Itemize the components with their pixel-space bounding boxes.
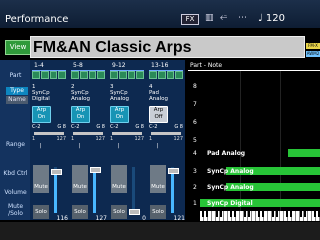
solo-button[interactable]: Solo xyxy=(33,205,49,219)
volume-value: 0 xyxy=(142,215,146,222)
part-row-number: 3 xyxy=(193,168,197,175)
fmx-flag: FM-X xyxy=(306,43,320,49)
part-group-2[interactable]: 5-8 2 SynCp Analog Arp On C-2 G 8 1 127 | Mut… xyxy=(69,60,107,222)
part-row-number: 6 xyxy=(193,119,197,126)
arp-toggle[interactable]: Arp On xyxy=(110,106,129,123)
awm2-flag: AWM2 xyxy=(306,51,320,57)
mute-button[interactable]: Mute xyxy=(72,165,88,193)
arp-toggle[interactable]: Arp On xyxy=(71,106,90,123)
part-row-name: SynCp Digital xyxy=(207,200,253,207)
arp-toggle[interactable]: Arp On xyxy=(32,106,51,123)
bottom-bar xyxy=(0,222,320,240)
kbd-ctrl-label: Kbd Ctrl xyxy=(3,170,28,177)
screen-title: Performance xyxy=(5,14,69,25)
kbd-ctrl-indicator[interactable]: | xyxy=(71,143,88,149)
range-control[interactable]: C-2 G 8 1 127 xyxy=(149,124,183,142)
volume-fader[interactable] xyxy=(90,167,101,213)
part-name: Analog xyxy=(149,96,169,102)
range-label: Range xyxy=(5,141,26,148)
part-group-1[interactable]: 1-4 1 SynCp Digital Arp On C-2 G 8 1 127 | Mu… xyxy=(30,60,68,222)
mute-button[interactable]: Mute xyxy=(111,165,127,193)
mute-button[interactable]: Mute xyxy=(33,165,49,193)
keyboard-black-keys xyxy=(200,211,320,217)
part-info[interactable]: 3 SynCp Analog xyxy=(110,84,130,104)
tempo-display[interactable]: ♩ 120 xyxy=(258,13,285,24)
solo-button[interactable]: Solo xyxy=(111,205,127,219)
volume-fader[interactable] xyxy=(168,167,179,213)
volume-fader[interactable] xyxy=(51,167,62,213)
view-button[interactable]: View xyxy=(5,40,31,55)
metronome-icon: ▥ xyxy=(205,13,214,23)
part-row-name: SynCp Analog xyxy=(207,184,254,191)
part-info[interactable]: 4 Pad Analog xyxy=(149,84,169,104)
left-label-column xyxy=(0,60,30,220)
kbd-ctrl-indicator[interactable]: | xyxy=(110,143,127,149)
range-control[interactable]: C-2 G 8 1 127 xyxy=(110,124,144,142)
performance-name: FM&AN Classic Arps xyxy=(33,39,192,56)
part-note-panel xyxy=(188,60,320,220)
arp-toggle[interactable]: Arp Off xyxy=(149,106,168,123)
volume-label: Volume xyxy=(4,189,27,196)
part-info[interactable]: 2 SynCp Analog xyxy=(71,84,91,104)
range-control[interactable]: C-2 G 8 1 127 xyxy=(71,124,105,142)
performance-name-field[interactable]: FM&AN Classic Arps xyxy=(30,36,305,58)
name-button[interactable]: Name xyxy=(6,96,28,104)
group-label: 9-12 xyxy=(112,62,126,69)
part-name: Analog xyxy=(110,96,130,102)
part-group-3[interactable]: 9-12 3 SynCp Analog Arp On C-2 G 8 1 127 | Mu… xyxy=(108,60,146,222)
part-row-number: 8 xyxy=(193,83,197,90)
volume-value: 121 xyxy=(173,215,185,222)
fx-icon[interactable]: FX xyxy=(181,14,199,25)
part-row-number: 7 xyxy=(193,101,197,108)
part-note-title: Part - Note xyxy=(190,62,223,69)
solo-button[interactable]: Solo xyxy=(72,205,88,219)
part-row-number: 4 xyxy=(193,150,197,157)
volume-fader[interactable] xyxy=(129,167,140,215)
group-label: 1-4 xyxy=(34,62,44,69)
part-name: Analog xyxy=(71,96,91,102)
group-label: 13-16 xyxy=(151,62,169,69)
mute-solo-label: Mute /Solo xyxy=(7,203,24,217)
range-control[interactable]: C-2 G 8 1 127 xyxy=(32,124,66,142)
type-button[interactable]: Type xyxy=(6,87,28,95)
part-info[interactable]: 1 SynCp Digital xyxy=(32,84,50,104)
kbd-ctrl-indicator[interactable]: | xyxy=(32,143,49,149)
volume-value: 127 xyxy=(95,215,107,222)
note-bar xyxy=(288,149,320,157)
panel-divider xyxy=(188,70,320,71)
signal-icon: ⋯ xyxy=(238,13,247,23)
solo-button[interactable]: Solo xyxy=(150,205,166,219)
usb-icon: ⭉ xyxy=(220,13,228,23)
part-row-number: 5 xyxy=(193,137,197,144)
kbd-ctrl-indicator[interactable]: | xyxy=(149,143,166,149)
part-row-number: 2 xyxy=(193,184,197,191)
part-row-name: Pad Analog xyxy=(207,150,246,157)
mute-button[interactable]: Mute xyxy=(150,165,166,193)
part-name: Digital xyxy=(32,96,50,102)
part-row-name: SynCp Analog xyxy=(207,168,254,175)
part-row-number: 1 xyxy=(193,200,197,207)
part-label: Part xyxy=(9,72,22,79)
part-group-4[interactable]: 13-16 4 Pad Analog Arp Off C-2 G 8 1 127 | Mu… xyxy=(147,60,185,222)
group-label: 5-8 xyxy=(73,62,83,69)
volume-value: 116 xyxy=(56,215,68,222)
